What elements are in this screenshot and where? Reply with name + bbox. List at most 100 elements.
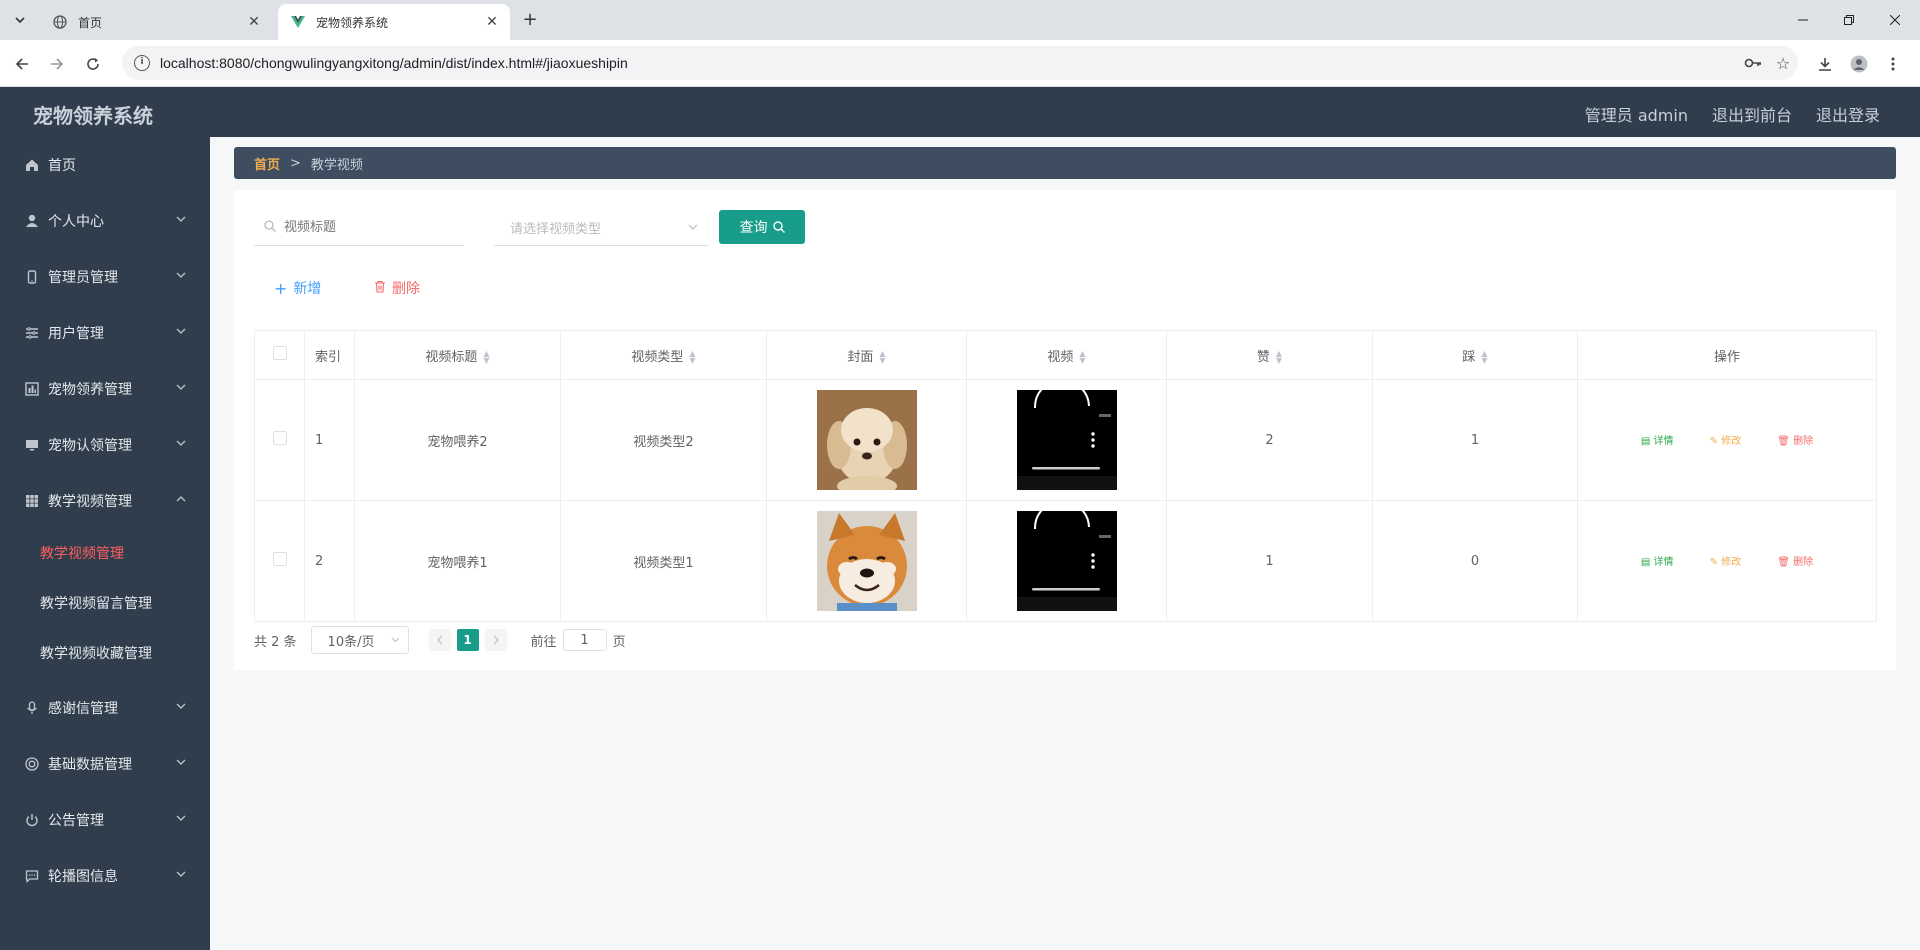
next-page-button[interactable] xyxy=(484,629,507,651)
edit-button[interactable]: ✎ 修改 xyxy=(1710,557,1742,568)
browser-tab-home[interactable]: 首页 ✕ xyxy=(40,4,272,40)
sidebar-item-adoption[interactable]: 宠物领养管理 xyxy=(0,369,210,409)
goto-prefix: 前往 xyxy=(530,634,557,650)
query-button[interactable]: 查询 xyxy=(719,210,805,244)
column-header-likes[interactable]: 赞 ▲ ▼ xyxy=(1166,330,1373,380)
reload-button[interactable] xyxy=(80,51,106,77)
tab-title: 首页 xyxy=(78,15,103,30)
back-button[interactable] xyxy=(9,51,35,77)
edit-button[interactable]: ✎ 修改 xyxy=(1710,436,1742,447)
restore-button[interactable] xyxy=(1826,0,1872,40)
main-panel: 请选择视频类型 查询 + 新增 删除 索引 视频标题▲▼ 视频类型▲▼ 封面▲▼… xyxy=(234,190,1896,670)
star-icon[interactable]: ☆ xyxy=(1768,48,1798,78)
menu-button[interactable] xyxy=(1880,51,1906,77)
video-type-select[interactable]: 请选择视频类型 xyxy=(494,210,708,246)
chevron-left-icon xyxy=(436,635,443,645)
arrow-right-icon xyxy=(51,58,64,70)
chevron-up-icon xyxy=(176,494,188,506)
column-header-type[interactable]: 视频类型 ▲ ▼ xyxy=(560,330,767,380)
row-type: 视频类型1 xyxy=(560,500,767,622)
tab-search-button[interactable] xyxy=(8,8,32,32)
breadcrumb-home[interactable]: 首页 xyxy=(254,154,280,173)
video-title-input[interactable] xyxy=(282,219,464,236)
sidebar-item-carousel[interactable]: 轮播图信息 xyxy=(0,856,210,896)
goto-suffix: 页 xyxy=(612,634,626,650)
sidebar-item-claim[interactable]: 宠物认领管理 xyxy=(0,425,210,465)
forward-button[interactable] xyxy=(44,51,70,77)
go-front-link[interactable]: 退出到前台 xyxy=(1712,102,1792,126)
sidebar-item-label: 教学视频管理 xyxy=(48,494,132,510)
column-header-title[interactable]: 视频标题 ▲ ▼ xyxy=(354,330,561,380)
sidebar-item-profile[interactable]: 个人中心 xyxy=(0,201,210,241)
close-icon[interactable]: ✕ xyxy=(246,14,262,30)
page-number-current[interactable]: 1 xyxy=(456,629,479,651)
chevron-down-icon xyxy=(176,214,188,226)
cover-image-puppy[interactable] xyxy=(816,390,917,490)
sort-icon[interactable]: ▲ ▼ xyxy=(483,350,489,365)
close-icon[interactable]: ✕ xyxy=(484,14,500,30)
sidebar-item-admins[interactable]: 管理员管理 xyxy=(0,257,210,297)
document-icon: ▤ xyxy=(1640,557,1654,568)
sort-icon[interactable]: ▲ ▼ xyxy=(1276,350,1282,365)
url-text[interactable]: localhost:8080/chongwulingyangxitong/adm… xyxy=(160,55,1738,71)
sidebar-item-notice[interactable]: 公告管理 xyxy=(0,800,210,840)
delete-button[interactable]: 🗑 删除 xyxy=(1777,436,1813,447)
close-window-button[interactable] xyxy=(1872,0,1918,40)
minimize-icon xyxy=(1798,19,1808,21)
row-actions: ▤ 详情 ✎ 修改 🗑 删除 xyxy=(1577,500,1877,622)
sort-icon[interactable]: ▲ ▼ xyxy=(1481,350,1487,365)
new-tab-button[interactable]: + xyxy=(519,9,541,31)
sidebar-item-thanks[interactable]: 感谢信管理 xyxy=(0,688,210,728)
delete-button[interactable]: 🗑 删除 xyxy=(1777,557,1813,568)
reload-icon xyxy=(87,58,99,70)
sort-icon[interactable]: ▲ ▼ xyxy=(879,350,885,365)
user-icon xyxy=(24,213,40,229)
browser-tab-bar: 首页 ✕ 宠物领养系统 ✕ + xyxy=(0,0,1920,40)
breadcrumb-separator: > xyxy=(290,155,301,171)
goto-page-input[interactable] xyxy=(562,629,607,651)
select-all-cell[interactable] xyxy=(254,330,305,380)
row-actions: ▤ 详情 ✎ 修改 🗑 删除 xyxy=(1577,379,1877,501)
video-player-thumbnail[interactable] xyxy=(1016,511,1117,611)
detail-button[interactable]: ▤ 详情 xyxy=(1641,557,1674,568)
omnibox[interactable]: i localhost:8080/chongwulingyangxitong/a… xyxy=(122,46,1798,80)
info-icon[interactable]: i xyxy=(134,55,150,71)
sort-icon[interactable]: ▲ ▼ xyxy=(1079,350,1085,365)
download-button[interactable] xyxy=(1812,51,1838,77)
add-button[interactable]: + 新增 xyxy=(274,278,321,298)
sidebar-item-users[interactable]: 用户管理 xyxy=(0,313,210,353)
page-size-select[interactable]: 10条/页 xyxy=(310,626,409,654)
row-checkbox[interactable] xyxy=(272,552,287,566)
cover-image-shiba[interactable] xyxy=(816,511,917,611)
sidebar-sub-video-favorites[interactable]: 教学视频收藏管理 xyxy=(0,633,210,673)
column-header-dislikes[interactable]: 踩 ▲ ▼ xyxy=(1372,330,1578,380)
arrow-left-icon xyxy=(15,58,28,70)
app-title: 宠物领养系统 xyxy=(33,104,153,128)
sidebar-item-base-data[interactable]: 基础数据管理 xyxy=(0,744,210,784)
select-all-checkbox[interactable] xyxy=(272,346,287,360)
profile-button[interactable] xyxy=(1846,51,1872,77)
row-checkbox[interactable] xyxy=(272,431,287,445)
sidebar-sub-video-manage[interactable]: 教学视频管理 xyxy=(0,533,210,573)
batch-delete-button[interactable]: 删除 xyxy=(374,278,420,298)
key-icon[interactable] xyxy=(1738,48,1768,78)
sidebar-sub-video-comments[interactable]: 教学视频留言管理 xyxy=(0,583,210,623)
chevron-down-icon xyxy=(391,635,400,647)
sort-icon[interactable]: ▲ ▼ xyxy=(689,350,695,365)
chart-icon xyxy=(24,381,40,397)
column-header-video[interactable]: 视频 ▲ ▼ xyxy=(966,330,1167,380)
video-title-search[interactable] xyxy=(254,210,464,246)
detail-button[interactable]: ▤ 详情 xyxy=(1641,436,1674,447)
table-row: 2 宠物喂养1 视频类型1 1 0 ▤ 详情 ✎ 修改 🗑 删除 xyxy=(254,500,1877,622)
query-label: 查询 xyxy=(739,220,768,236)
sidebar-item-home[interactable]: 首页 xyxy=(0,145,210,185)
logout-link[interactable]: 退出登录 xyxy=(1816,102,1880,126)
minimize-button[interactable] xyxy=(1780,0,1826,40)
prev-page-button[interactable] xyxy=(428,629,451,651)
sidebar-item-videos[interactable]: 教学视频管理 xyxy=(0,481,210,521)
column-header-cover[interactable]: 封面 ▲ ▼ xyxy=(766,330,967,380)
sidebar-item-label: 管理员管理 xyxy=(48,270,118,286)
video-player-thumbnail[interactable] xyxy=(1016,390,1117,490)
globe-icon xyxy=(52,14,68,30)
browser-tab-active[interactable]: 宠物领养系统 ✕ xyxy=(278,4,510,40)
